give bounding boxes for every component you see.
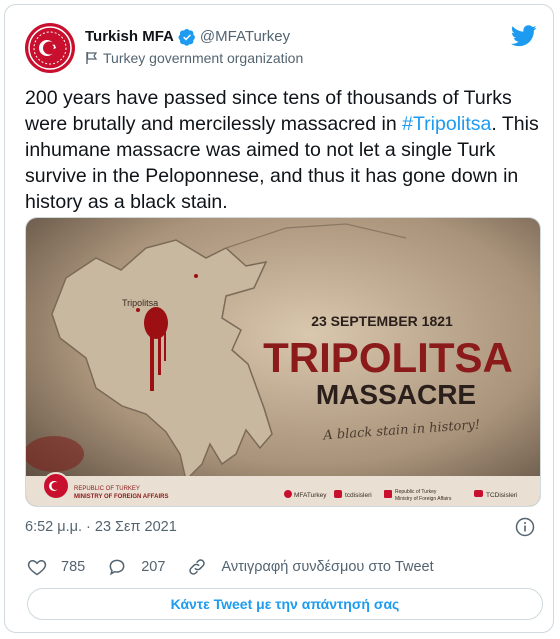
footer-seal-crescent-cut xyxy=(51,482,60,490)
blood-drip xyxy=(164,323,166,361)
copy-link-label: Αντιγραφή συνδέσμου στο Tweet xyxy=(221,559,434,575)
reply-count: 207 xyxy=(141,559,166,575)
account-handle[interactable]: @MFATurkey xyxy=(200,27,290,47)
tweet-timestamp[interactable]: 6:52 μ.μ. · 23 Σεπ 2021 xyxy=(25,519,177,535)
footer-facebook-icon xyxy=(384,490,392,498)
link-icon xyxy=(189,559,206,575)
footer-org-line2: MINISTRY OF FOREIGN AFFAIRS xyxy=(74,494,168,500)
reply-count-button[interactable]: 207 xyxy=(107,557,165,577)
footer-youtube-icon xyxy=(474,490,483,497)
blood-dot xyxy=(136,308,140,312)
massacre-poster: Tripolitsa 23 SEPTEMBER 1821 TRIPOLITSA … xyxy=(26,218,540,506)
footer-youtube-handle: TCDisisleri xyxy=(486,492,517,499)
reply-bubble-icon xyxy=(109,559,125,576)
government-flag-icon xyxy=(86,52,98,64)
account-name[interactable]: Turkish MFA xyxy=(85,27,174,47)
verified-badge-icon xyxy=(178,28,195,46)
blood-drip xyxy=(158,323,161,375)
map-label-tripolitsa: Tripolitsa xyxy=(122,298,158,308)
tweet-card: Turkish MFA @MFATurkey Turkey government… xyxy=(4,4,554,633)
heart-icon xyxy=(27,559,47,576)
like-button[interactable]: 785 xyxy=(27,557,85,577)
info-icon[interactable] xyxy=(515,517,535,537)
poster-date: 23 SEPTEMBER 1821 xyxy=(311,313,453,329)
tweet-media-image[interactable]: Tripolitsa 23 SEPTEMBER 1821 TRIPOLITSA … xyxy=(25,217,541,507)
footer-twitter-handle: MFATurkey xyxy=(294,492,327,499)
blood-drip xyxy=(150,323,154,391)
like-count: 785 xyxy=(61,559,86,575)
mfa-seal-icon xyxy=(28,26,72,70)
avatar[interactable] xyxy=(25,23,75,73)
tweet-text: 200 years have passed since tens of thou… xyxy=(25,85,540,215)
tweet-actions: 785 207 Αντιγραφή συνδέσμου στο Tweet xyxy=(27,557,456,577)
tweet-reply-button[interactable]: Κάντε Tweet με την απάντησή σας xyxy=(27,588,543,620)
footer-facebook-line1: Republic of Turkey xyxy=(395,489,437,495)
poster-subtitle: MASSACRE xyxy=(316,379,476,410)
footer-twitter-icon xyxy=(284,490,292,498)
hashtag-link[interactable]: #Tripolitsa xyxy=(402,113,491,135)
footer-instagram-handle: tcdisisleri xyxy=(345,492,372,499)
blood-dot xyxy=(194,274,198,278)
copy-link-button[interactable]: Αντιγραφή συνδέσμου στο Tweet xyxy=(187,557,434,577)
poster-title: TRIPOLITSA xyxy=(263,334,513,381)
blood-stain xyxy=(26,436,84,472)
twitter-bird-icon[interactable] xyxy=(511,25,537,47)
account-label: Turkey government organization xyxy=(103,50,304,66)
tweet-header: Turkish MFA @MFATurkey Turkey government… xyxy=(85,27,303,66)
footer-facebook-line2: Ministry of Foreign Affairs xyxy=(395,496,452,502)
footer-instagram-icon xyxy=(334,490,342,498)
footer-org-line1: REPUBLIC OF TURKEY xyxy=(74,486,140,492)
